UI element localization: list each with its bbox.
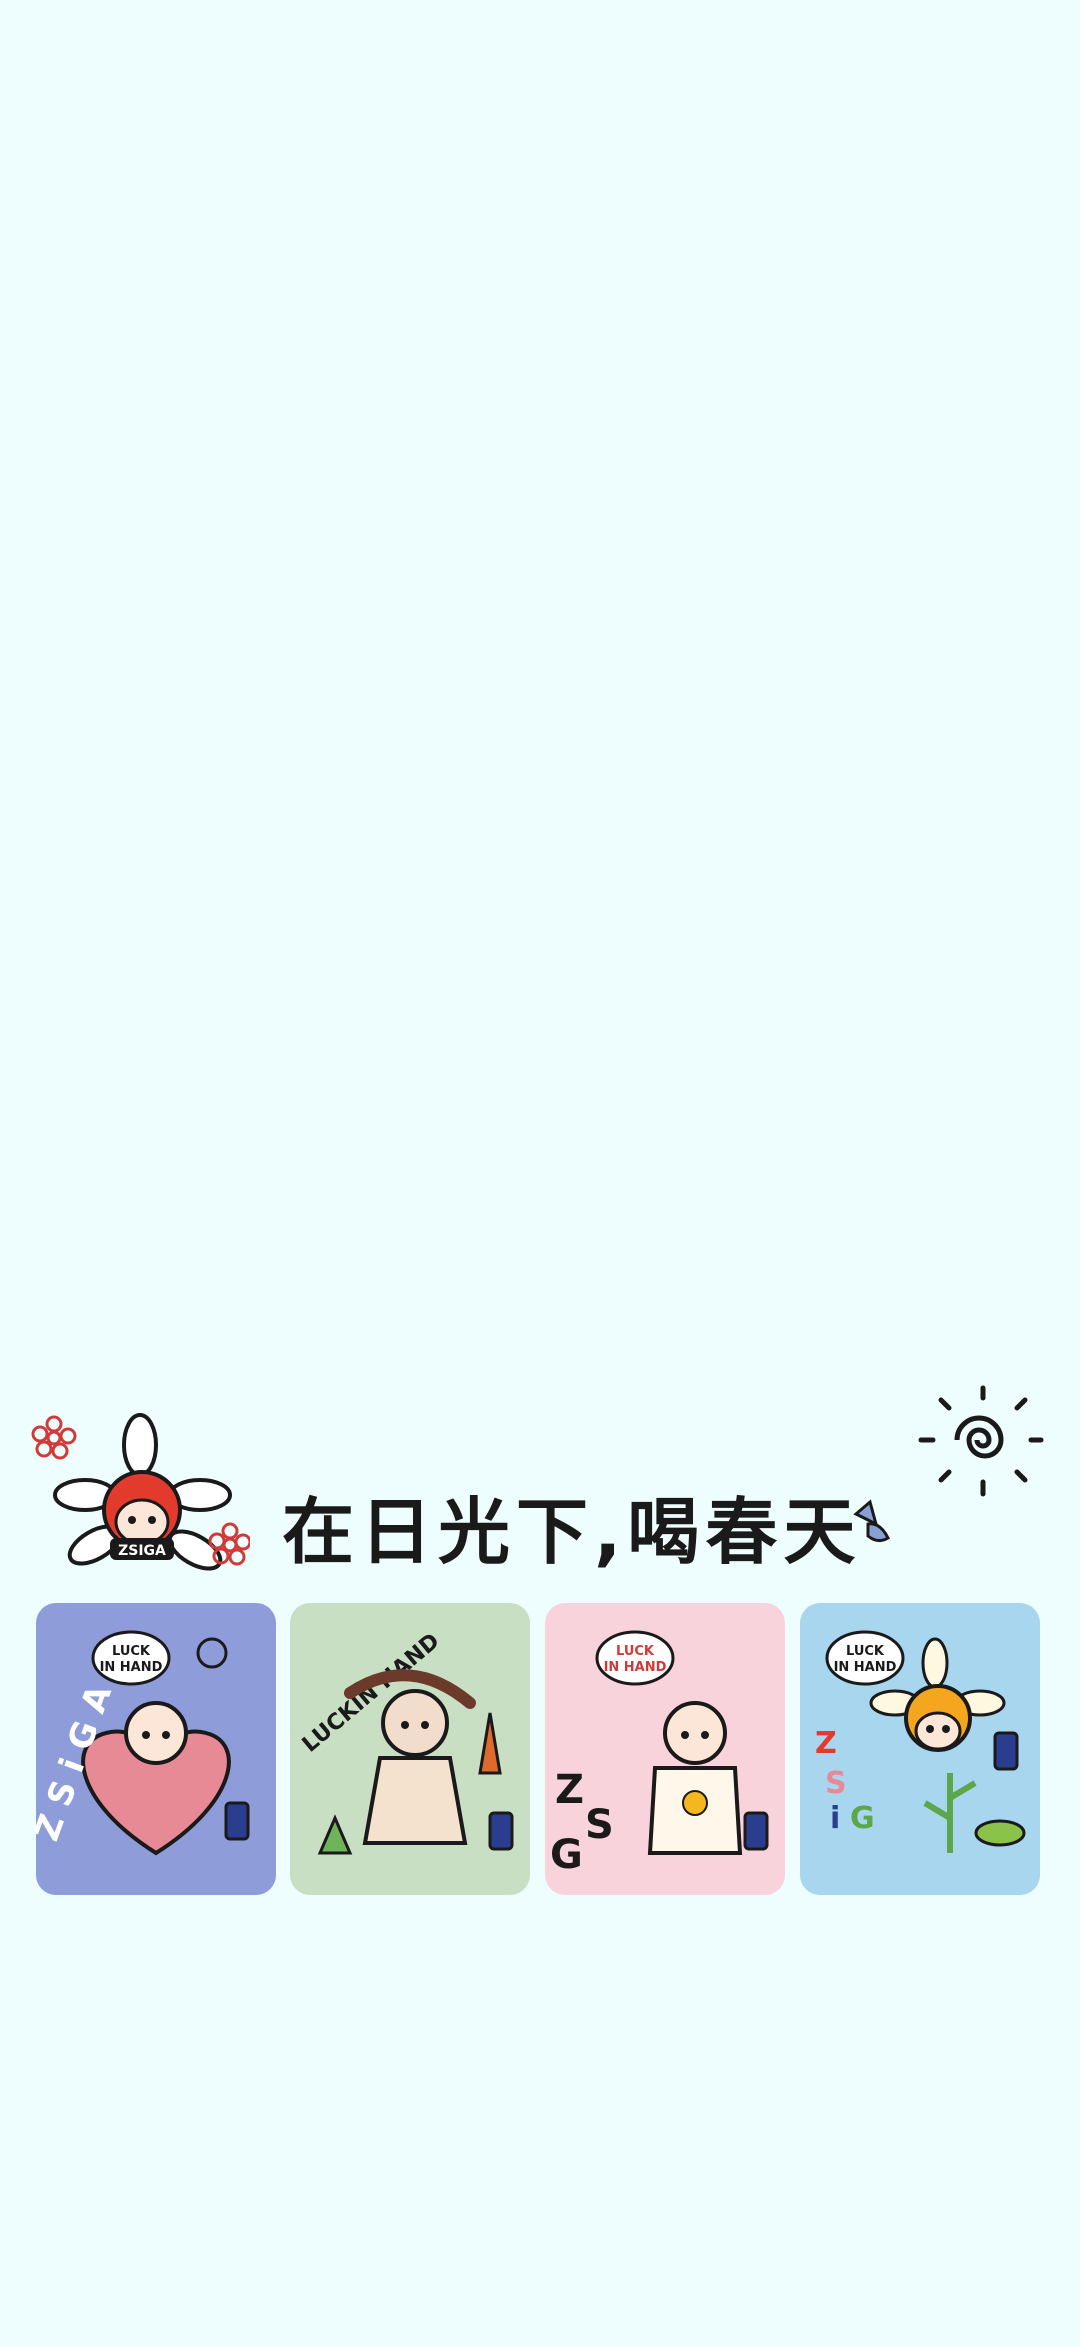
sticker-card-sprout: LUCK IN HAND Z S i G: [800, 1603, 1040, 1895]
svg-text:Z: Z: [815, 1726, 837, 1761]
speech-bubble-icon: LUCK IN HAND: [595, 1630, 675, 1686]
svg-text:i: i: [830, 1801, 840, 1836]
svg-text:IN HAND: IN HAND: [604, 1660, 667, 1675]
sticker-card-flower: LUCK IN HAND Z S G: [545, 1603, 785, 1895]
mascot-badge: ZSIGA: [118, 1543, 166, 1559]
svg-text:S: S: [825, 1766, 847, 1801]
svg-text:G: G: [850, 1801, 875, 1836]
svg-text:LUCK: LUCK: [616, 1644, 655, 1659]
sticker-card-forest: LUCKIN HAND: [290, 1603, 530, 1895]
banner-title: 在日光下,喝春天: [282, 1490, 862, 1574]
svg-text:S: S: [585, 1802, 614, 1848]
bird-icon: [853, 1499, 890, 1543]
svg-text:LUCK: LUCK: [112, 1644, 151, 1659]
svg-text:LUCK: LUCK: [846, 1644, 885, 1659]
svg-text:IN HAND: IN HAND: [834, 1660, 897, 1675]
svg-text:IN HAND: IN HAND: [100, 1660, 163, 1675]
speech-bubble-icon: LUCK IN HAND: [825, 1630, 905, 1686]
svg-text:Z: Z: [555, 1767, 584, 1813]
svg-text:G: G: [550, 1832, 583, 1878]
sticker-card-heart: LUCK IN HAND Z S i G A: [36, 1603, 276, 1895]
speech-bubble-icon: LUCK IN HAND: [91, 1630, 171, 1686]
mascot-flower-icon: ZSIGA: [31, 1413, 250, 1571]
sun-icon: [918, 1385, 1044, 1497]
